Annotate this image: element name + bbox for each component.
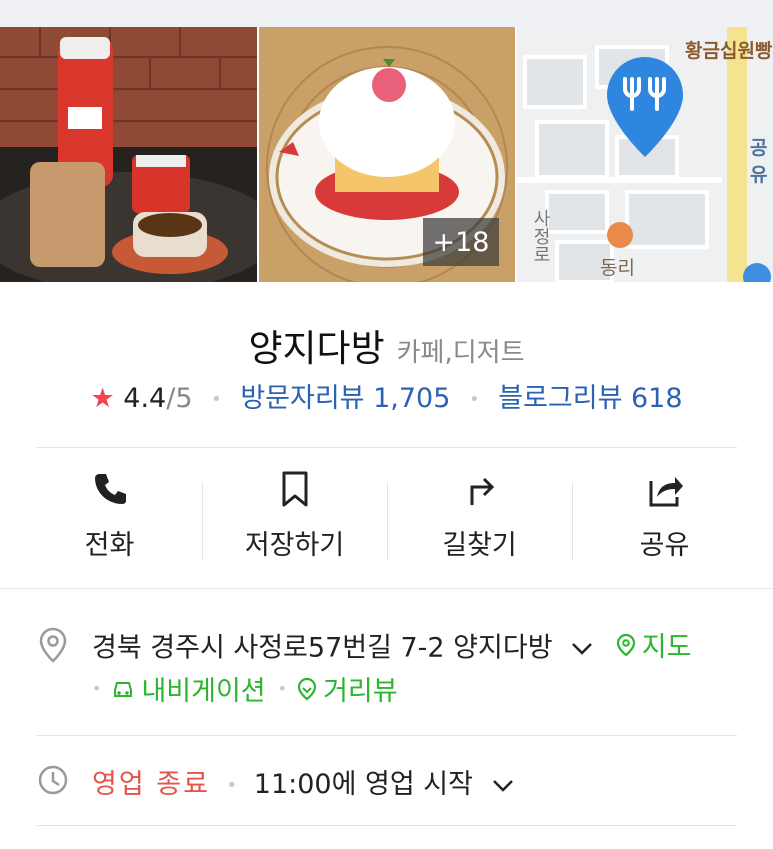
map-thumbnail-image bbox=[517, 27, 773, 282]
rating-max: /5 bbox=[166, 383, 193, 414]
address-section: 경북 경주시 사정로57번길 7-2 양지다방 지도 • 내비게이션 • 거리뷰 bbox=[37, 625, 737, 720]
call-button[interactable]: 전화 bbox=[17, 458, 202, 573]
clock-icon bbox=[38, 765, 68, 795]
next-open-time: 11:00에 영업 시작 bbox=[253, 769, 473, 800]
streetview-link[interactable]: 거리뷰 bbox=[297, 669, 398, 708]
address-text: 경북 경주시 사정로57번길 7-2 양지다방 bbox=[92, 632, 553, 664]
location-pin-icon bbox=[39, 627, 67, 663]
map-label-bottom: 동리 bbox=[600, 257, 635, 279]
place-category: 카페,디저트 bbox=[396, 338, 525, 368]
gallery-photo-drinks[interactable] bbox=[0, 27, 257, 282]
streetview-link-label: 거리뷰 bbox=[323, 676, 398, 707]
drinks-photo-image bbox=[0, 27, 257, 282]
separator-dot: • bbox=[211, 389, 222, 410]
phone-icon bbox=[94, 474, 126, 504]
blog-reviews-link[interactable]: 블로그리뷰 618 bbox=[498, 383, 682, 414]
star-icon: ★ bbox=[90, 383, 115, 414]
directions-label: 길찾기 bbox=[442, 530, 517, 561]
share-button[interactable]: 공유 bbox=[572, 458, 757, 573]
map-link-label: 지도 bbox=[641, 632, 692, 663]
call-label: 전화 bbox=[84, 530, 135, 561]
address-sub-links: • 내비게이션 • 거리뷰 bbox=[92, 669, 398, 708]
chevron-down-icon[interactable] bbox=[492, 779, 514, 793]
map-label-top: 황금십원빵 bbox=[685, 40, 773, 62]
chevron-down-icon[interactable] bbox=[571, 642, 593, 656]
save-label: 저장하기 bbox=[244, 530, 345, 561]
separator-dot: • bbox=[468, 389, 480, 410]
navigation-link[interactable]: 내비게이션 bbox=[111, 669, 266, 708]
directions-button[interactable]: 길찾기 bbox=[387, 458, 572, 573]
divider bbox=[37, 447, 737, 448]
map-link[interactable]: 지도 bbox=[616, 625, 692, 664]
divider bbox=[37, 825, 737, 826]
map-pin-icon bbox=[616, 633, 635, 656]
top-status-bar bbox=[0, 0, 773, 27]
section-divider bbox=[0, 588, 773, 589]
photo-count-badge[interactable]: +18 bbox=[423, 218, 499, 266]
rating-value: 4.4 bbox=[123, 383, 167, 414]
map-label-right: 공유 bbox=[750, 137, 768, 186]
action-bar: 전화 저장하기 길찾기 공유 bbox=[17, 458, 757, 573]
bookmark-icon bbox=[282, 471, 307, 507]
share-icon bbox=[649, 477, 683, 507]
streetview-pin-icon bbox=[297, 677, 317, 700]
navigation-link-label: 내비게이션 bbox=[141, 676, 266, 707]
map-thumbnail[interactable]: 황금십원빵 공유 사정로 동리 bbox=[517, 27, 773, 282]
address-line: 경북 경주시 사정로57번길 7-2 양지다방 지도 bbox=[92, 625, 691, 665]
divider bbox=[37, 735, 737, 736]
gallery-photo-cake[interactable]: +18 bbox=[259, 27, 515, 282]
place-title-row: 양지다방 카페,디저트 bbox=[0, 318, 773, 372]
business-status: 영업 종료 bbox=[92, 769, 210, 800]
save-button[interactable]: 저장하기 bbox=[202, 458, 387, 573]
separator-dot: • bbox=[277, 679, 288, 698]
separator-dot: • bbox=[92, 679, 102, 698]
separator-dot: • bbox=[226, 775, 238, 796]
directions-icon bbox=[470, 477, 494, 505]
car-icon bbox=[114, 681, 133, 697]
hours-line: 영업 종료 • 11:00에 영업 시작 bbox=[92, 762, 514, 801]
hours-section[interactable]: 영업 종료 • 11:00에 영업 시작 bbox=[37, 762, 737, 802]
rating-row: ★ 4.4/5 • 방문자리뷰 1,705 • 블로그리뷰 618 bbox=[0, 376, 773, 415]
visitor-reviews-link[interactable]: 방문자리뷰 1,705 bbox=[240, 383, 450, 414]
map-label-street: 사정로 bbox=[530, 209, 551, 263]
share-label: 공유 bbox=[639, 530, 690, 561]
place-name: 양지다방 bbox=[248, 327, 385, 370]
photo-gallery[interactable]: +18 황금십원빵 공유 사정로 동리 bbox=[0, 27, 773, 282]
